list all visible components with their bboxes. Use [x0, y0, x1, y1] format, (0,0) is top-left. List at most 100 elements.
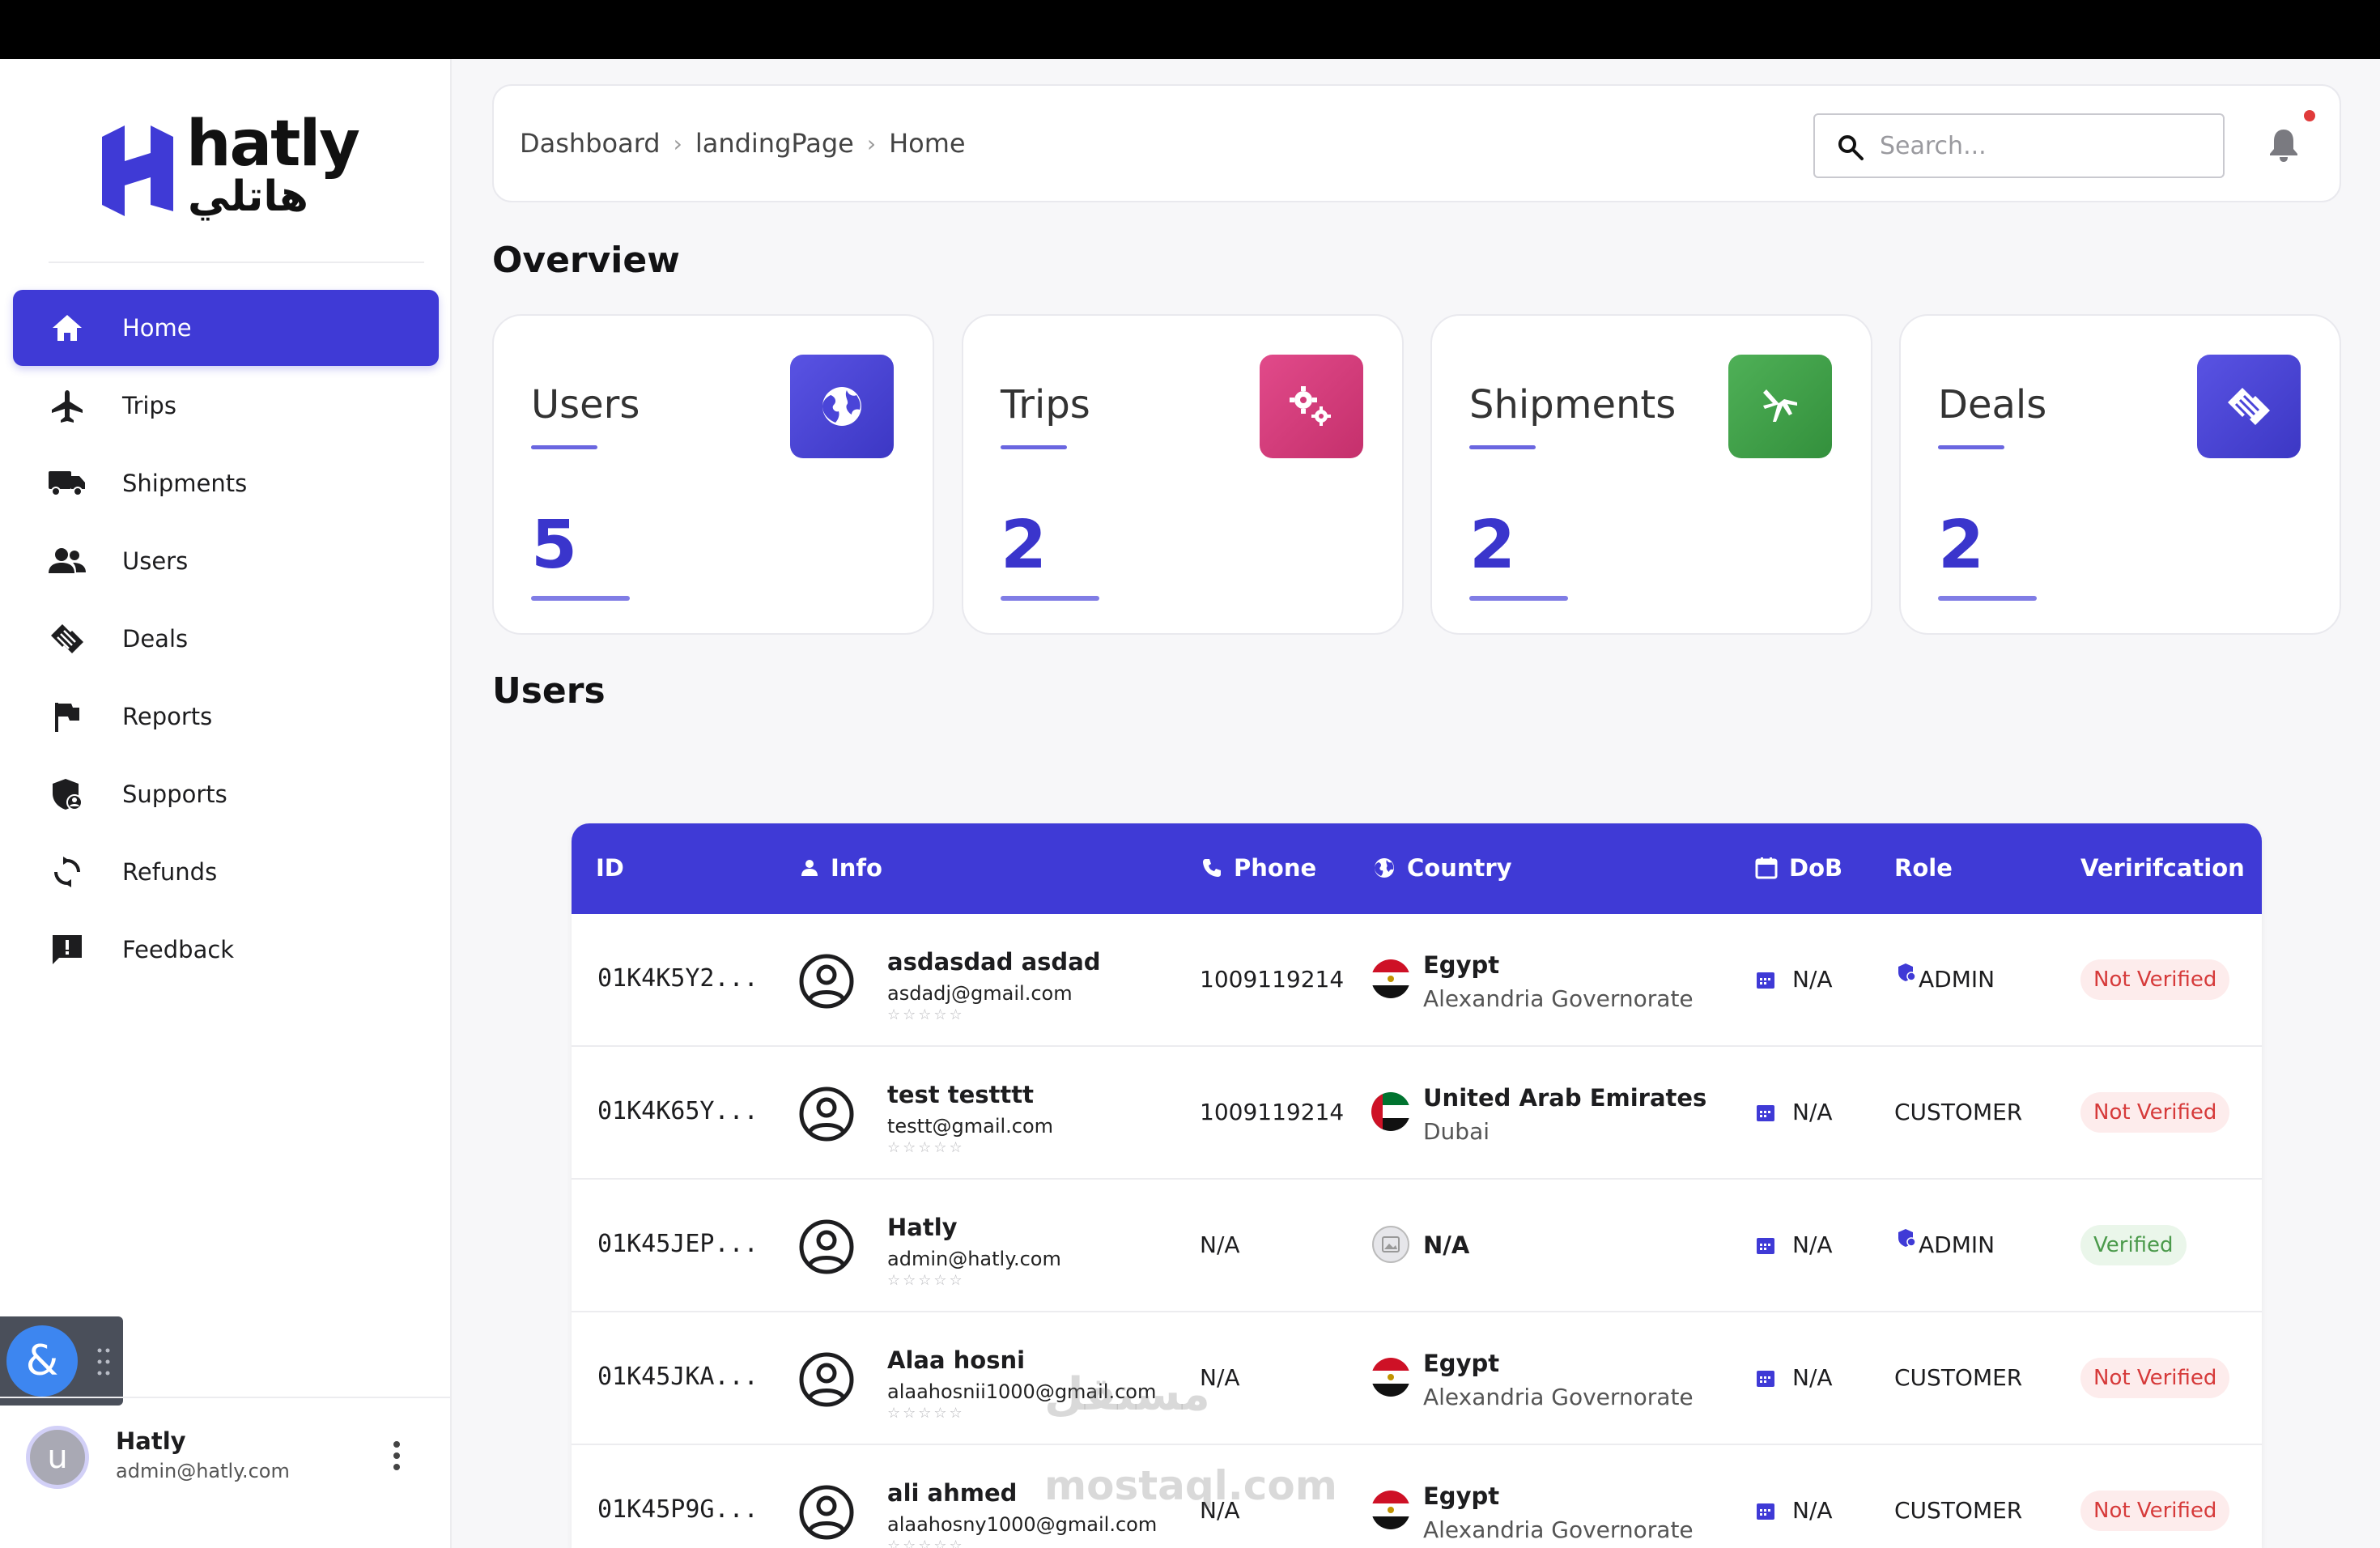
table-row[interactable]: 01K45P9G... ali ahmed alaahosny1000@gmai…: [572, 1445, 2262, 1548]
search-input[interactable]: [1880, 123, 2212, 168]
breadcrumb-dashboard[interactable]: Dashboard: [520, 128, 661, 159]
stat-card-title: Users: [531, 382, 640, 427]
column-header-info[interactable]: Info: [800, 854, 882, 882]
calendar-icon: [1757, 1371, 1774, 1387]
user-id: 01K4K65Y...: [597, 1097, 759, 1125]
sidebar-item-home[interactable]: Home: [13, 290, 439, 366]
column-header-phone[interactable]: Phone: [1201, 854, 1316, 882]
user-role: ADMIN: [1919, 1231, 1995, 1258]
table-row[interactable]: 01K4K5Y2... asdasdad asdad asdadj@gmail.…: [572, 914, 2262, 1047]
verification-badge: Not Verified: [2080, 1358, 2230, 1398]
column-header-verification[interactable]: Veririfcation: [2080, 854, 2245, 882]
column-label: ID: [596, 854, 624, 882]
phone-icon: [1203, 859, 1221, 877]
stat-card-value: 5: [531, 507, 578, 584]
sidebar-item-shipments[interactable]: Shipments: [13, 445, 439, 521]
user-divider: [0, 1397, 452, 1398]
chevron-right-icon: ›: [673, 130, 682, 157]
sidebar-item-supports[interactable]: Supports: [13, 756, 439, 832]
sidebar-item-refunds[interactable]: Refunds: [13, 834, 439, 910]
table-row[interactable]: 01K45JKA... Alaa hosni alaahosnii1000@gm…: [572, 1312, 2262, 1445]
rating-stars: ☆☆☆☆☆: [887, 1139, 965, 1156]
globe-icon: [790, 355, 894, 458]
user-email: admin@hatly.com: [887, 1248, 1061, 1270]
search-icon: [1838, 135, 1864, 160]
user-role: ADMIN: [1919, 966, 1995, 993]
header: Dashboard › landingPage › Home: [492, 84, 2341, 202]
country-name: Egypt: [1423, 1482, 1500, 1510]
user-phone: N/A: [1200, 1231, 1240, 1258]
users-table: ID Info Phone Country DoB Role Veririfca…: [572, 823, 2262, 1548]
column-header-country[interactable]: Country: [1373, 854, 1512, 882]
verification-badge: Not Verified: [2080, 1092, 2230, 1133]
column-header-role[interactable]: Role: [1894, 854, 1953, 882]
stat-card-deals[interactable]: Deals 2: [1899, 314, 2341, 635]
title-underline: [1001, 445, 1067, 449]
feedback-icon: [49, 931, 86, 968]
home-icon: [49, 309, 86, 347]
sidebar-item-reports[interactable]: Reports: [13, 678, 439, 755]
user-dob: N/A: [1792, 966, 1833, 993]
brand-logo[interactable]: hatly هاتلي: [97, 108, 360, 221]
sidebar-item-label: Home: [122, 314, 192, 342]
user-name: Hatly: [116, 1427, 186, 1455]
placeholder-image-icon: [1372, 1226, 1409, 1263]
user-role: CUSTOMER: [1894, 1099, 2023, 1125]
sidebar-item-label: Refunds: [122, 858, 218, 886]
floating-widget-button[interactable]: &: [6, 1325, 78, 1397]
stat-card-users[interactable]: Users 5: [492, 314, 934, 635]
rating-stars: ☆☆☆☆☆: [887, 1405, 965, 1422]
value-underline: [531, 596, 630, 601]
more-vertical-icon[interactable]: [389, 1440, 405, 1472]
gears-icon: [1260, 355, 1363, 458]
search-box[interactable]: [1813, 113, 2225, 178]
sidebar-item-trips[interactable]: Trips: [13, 368, 439, 444]
sidebar-item-users[interactable]: Users: [13, 523, 439, 599]
watermark-latin: mostaql.com: [1044, 1462, 1337, 1509]
sidebar-item-label: Feedback: [122, 936, 235, 963]
logo-mark-icon: [102, 125, 173, 216]
truck-icon: [49, 465, 86, 502]
rating-stars: ☆☆☆☆☆: [887, 1006, 965, 1023]
country-region: Alexandria Governorate: [1423, 985, 1694, 1012]
calendar-icon: [1755, 857, 1778, 879]
sidebar-item-label: Supports: [122, 780, 227, 808]
title-underline: [531, 445, 597, 449]
admin-shield-icon: [1898, 1229, 1916, 1247]
drag-handle-icon[interactable]: [96, 1346, 112, 1378]
user-name: asdasdad asdad: [887, 948, 1101, 976]
floating-widget[interactable]: &: [0, 1316, 123, 1406]
sidebar-item-deals[interactable]: Deals: [13, 601, 439, 677]
handshake-icon: [2197, 355, 2301, 458]
logo-text: hatly: [186, 108, 360, 181]
stat-card-trips[interactable]: Trips 2: [962, 314, 1404, 635]
verification-badge: Not Verified: [2080, 1491, 2230, 1531]
admin-shield-icon: [1898, 963, 1916, 981]
column-label: DoB: [1789, 854, 1843, 882]
sidebar-divider: [49, 262, 424, 263]
refresh-icon: [49, 853, 86, 891]
stat-card-value: 2: [1469, 507, 1516, 584]
rating-stars: ☆☆☆☆☆: [887, 1272, 965, 1289]
table-row[interactable]: 01K45JEP... Hatly admin@hatly.com ☆☆☆☆☆ …: [572, 1180, 2262, 1312]
user-role: CUSTOMER: [1894, 1364, 2023, 1391]
breadcrumb-home[interactable]: Home: [889, 128, 966, 159]
sidebar: hatly هاتلي Home Trips Shipments Users D…: [0, 59, 452, 1548]
column-header-dob[interactable]: DoB: [1755, 854, 1842, 882]
bell-icon[interactable]: [2265, 126, 2302, 164]
sidebar-item-feedback[interactable]: Feedback: [13, 912, 439, 988]
user-phone: 1009119214: [1200, 1099, 1345, 1125]
verification-badge: Not Verified: [2080, 959, 2230, 1000]
breadcrumb-landingpage[interactable]: landingPage: [695, 128, 854, 159]
overview-title: Overview: [492, 240, 680, 281]
egypt-flag-icon: [1371, 1491, 1410, 1529]
handshake-icon: [49, 620, 86, 657]
avatar[interactable]: u: [26, 1426, 89, 1489]
user-circle-icon: [799, 1087, 854, 1142]
column-header-id[interactable]: ID: [596, 854, 624, 882]
window-top-bar: [0, 0, 2380, 59]
table-row[interactable]: 01K4K65Y... test testttt testt@gmail.com…: [572, 1047, 2262, 1180]
country-name: United Arab Emirates: [1423, 1084, 1707, 1112]
user-circle-icon: [799, 954, 854, 1009]
stat-card-shipments[interactable]: Shipments 2: [1430, 314, 1872, 635]
